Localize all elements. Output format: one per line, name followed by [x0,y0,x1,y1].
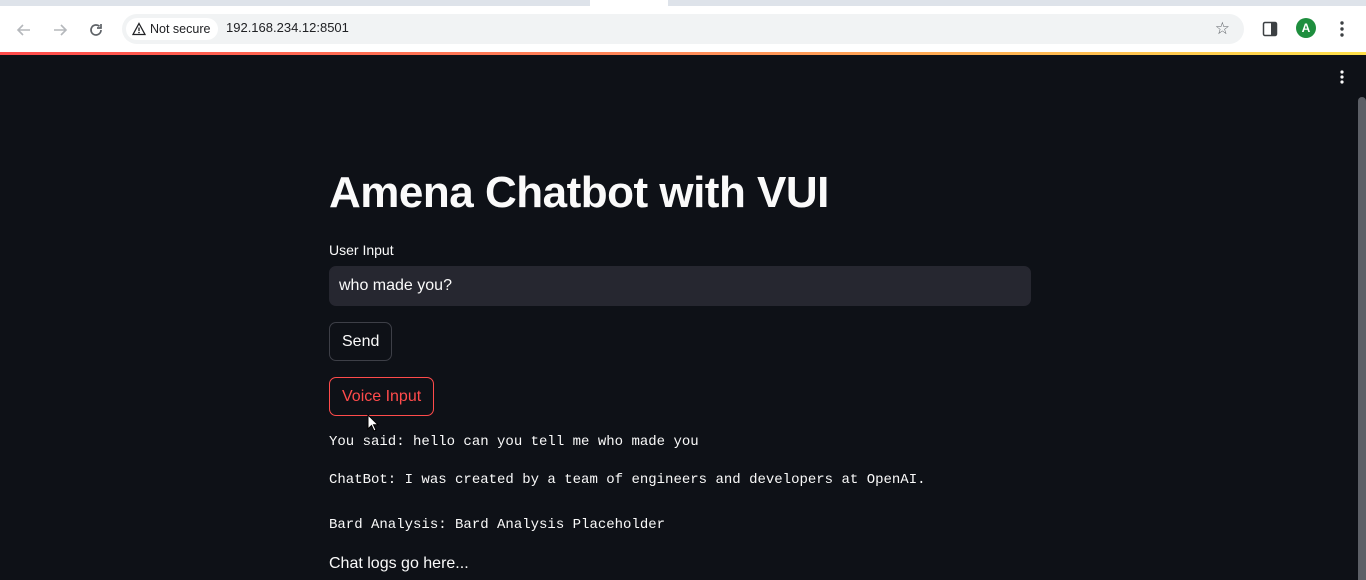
star-icon[interactable]: ☆ [1215,19,1230,39]
user-input-field[interactable] [329,266,1031,306]
app-container: Amena Chatbot with VUI User Input Send V… [0,55,1366,580]
browser-toolbar: Not secure 192.168.234.12:8501 ☆ A [0,6,1366,52]
scrollbar[interactable] [1358,97,1366,580]
chat-logs-text: Chat logs go here... [329,555,469,572]
profile-avatar[interactable]: A [1296,18,1316,38]
reload-icon[interactable] [84,18,108,42]
forward-icon[interactable] [48,18,72,42]
voice-input-button[interactable]: Voice Input [329,377,435,416]
address-bar[interactable]: Not secure 192.168.234.12:8501 ☆ [122,14,1244,44]
security-label: Not secure [150,22,211,36]
side-panel-icon[interactable] [1262,21,1278,37]
back-icon[interactable] [12,18,36,42]
mouse-cursor [367,414,379,432]
menu-dots-icon[interactable] [1334,19,1350,39]
url-text[interactable]: 192.168.234.12:8501 [226,20,349,35]
app-menu-icon[interactable] [1337,69,1347,85]
you-said-text: You said: hello can you tell me who made… [329,434,699,450]
user-input-label: User Input [329,242,394,258]
send-button[interactable]: Send [329,322,393,361]
bard-analysis-text: Bard Analysis: Bard Analysis Placeholder [329,517,666,533]
page-title: Amena Chatbot with VUI [329,168,829,217]
security-chip[interactable]: Not secure [126,18,219,40]
chatbot-reply-text: ChatBot: I was created by a team of engi… [329,472,926,488]
warning-icon [132,22,146,36]
